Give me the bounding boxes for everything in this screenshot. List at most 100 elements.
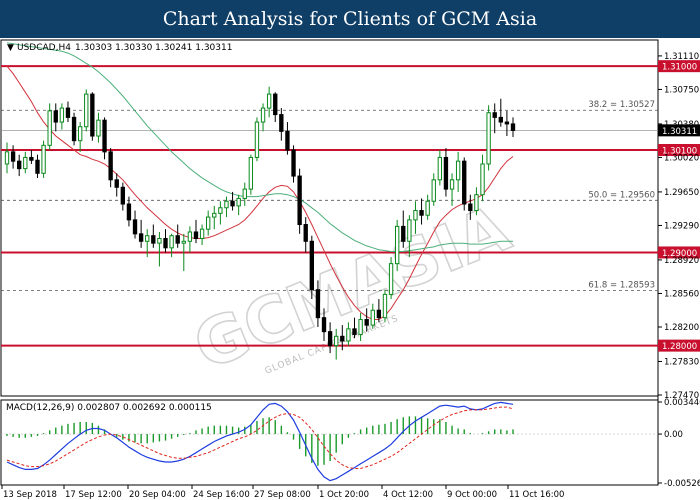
- candle-body: [352, 328, 357, 335]
- candle-body: [455, 160, 461, 181]
- candle-body: [114, 179, 119, 188]
- candle-body: [175, 235, 180, 244]
- macd-axis-ticks: 0.003446 0.00 -0.005260: [658, 398, 700, 489]
- header-banner: Chart Analysis for Clients of GCM Asia: [0, 0, 700, 38]
- candle-body: [187, 231, 193, 242]
- macd-tick-label: 0.00: [664, 430, 683, 440]
- watermark-text: GCMASIA: [184, 192, 520, 385]
- time-tick-label: 24 Sep 16:00: [193, 490, 250, 500]
- candle-body: [266, 93, 272, 109]
- macd-histogram: [6, 416, 514, 466]
- candle-body: [334, 335, 339, 347]
- candle-body: [358, 319, 363, 335]
- candle-body: [193, 231, 199, 239]
- fib-label: 50.0 = 1.29560: [588, 190, 655, 200]
- price-tick-label: 1.28920: [664, 256, 699, 266]
- candle-body: [327, 331, 333, 347]
- candle-body: [504, 121, 510, 125]
- price-tick-label: 1.27830: [664, 357, 699, 367]
- candle-body: [309, 240, 314, 291]
- candle-body: [206, 216, 211, 230]
- candle-body: [29, 156, 34, 161]
- chart-svg: GCMASIA GLOBAL CAPITAL MARKETS 38.2 = 1.…: [0, 39, 700, 500]
- time-tick-label: 20 Sep 04:00: [129, 490, 186, 500]
- candle-body: [279, 114, 284, 132]
- macd-title: MACD(12,26,9) 0.002807 0.002692 0.000115: [6, 403, 212, 413]
- time-tick-label: 9 Oct 00:00: [447, 490, 497, 500]
- time-tick-label: 4 Oct 12:00: [383, 490, 433, 500]
- time-tick-label: 17 Sep 12:00: [65, 490, 122, 500]
- watermark: GCMASIA GLOBAL CAPITAL MARKETS: [183, 191, 521, 386]
- candle-body: [10, 151, 16, 162]
- candle-body: [224, 200, 229, 209]
- candle-body: [388, 263, 394, 295]
- level-tag-label: 1.28000: [662, 342, 697, 352]
- time-tick-label: 1 Oct 20:00: [319, 490, 369, 500]
- level-tag-label: 1.31000: [662, 63, 697, 73]
- candle-body: [382, 293, 388, 319]
- candle-body: [401, 225, 406, 242]
- time-tick-label: 11 Oct 16:00: [509, 490, 564, 500]
- candle-body: [242, 188, 247, 199]
- page-title: Chart Analysis for Clients of GCM Asia: [162, 8, 538, 30]
- candle-body: [425, 200, 430, 216]
- candle-body: [480, 163, 485, 196]
- time-tick-label: 13 Sep 2018: [3, 490, 57, 500]
- candle-body: [236, 197, 241, 207]
- candle-body: [151, 235, 156, 244]
- candle-body: [47, 110, 52, 146]
- candle-body: [346, 328, 351, 342]
- candle-body: [486, 112, 491, 165]
- chart-title: USDCAD,H4: [17, 43, 71, 53]
- candle-body: [41, 144, 46, 174]
- candle-body: [71, 116, 77, 142]
- candle-body: [145, 235, 150, 242]
- candle-body: [23, 156, 28, 170]
- candle-body: [17, 160, 22, 170]
- candle-body: [315, 289, 321, 319]
- candle-body: [120, 186, 126, 205]
- time-tick-label: 27 Sep 08:00: [254, 490, 311, 500]
- candle-body: [364, 319, 369, 326]
- candle-body: [199, 228, 205, 239]
- candle-body: [138, 233, 144, 242]
- chart-title-marker: ▼: [7, 43, 14, 53]
- candle-body: [407, 219, 412, 242]
- macd-signal-line: [6, 406, 514, 469]
- chart-screen: Chart Analysis for Clients of GCM Asia G…: [0, 0, 700, 500]
- price-tick-label: 1.28200: [664, 323, 699, 333]
- candle-body: [273, 93, 278, 116]
- candle-body: [248, 156, 254, 190]
- candle-body: [254, 121, 260, 158]
- candle-body: [376, 309, 382, 319]
- candle-body: [4, 151, 10, 165]
- fib-label: 38.2 = 1.30527: [588, 100, 655, 110]
- candle-body: [169, 235, 174, 249]
- candle-body: [413, 210, 418, 221]
- candle-body: [260, 107, 266, 123]
- candle-body: [449, 179, 455, 190]
- candle-body: [53, 110, 58, 123]
- macd-tick-label: 0.003446: [664, 398, 700, 408]
- candle-body: [35, 159, 40, 174]
- candle-body: [340, 335, 345, 342]
- candle-body: [96, 119, 101, 137]
- candle-body: [291, 149, 296, 177]
- candle-body: [443, 156, 449, 190]
- price-tick-label: 1.30750: [664, 85, 699, 95]
- candle-body: [126, 203, 132, 221]
- candle-body: [65, 107, 71, 118]
- macd-main-line: [6, 401, 514, 482]
- candle-body: [297, 175, 302, 226]
- candle-body: [285, 130, 290, 151]
- candle-body: [419, 210, 424, 216]
- price-tick-label: 1.30020: [664, 153, 699, 163]
- fib-label: 61.8 = 1.28593: [588, 280, 655, 290]
- candle-body: [394, 225, 400, 265]
- candle-body: [218, 207, 223, 214]
- macd-tick-label: -0.005260: [664, 479, 700, 489]
- candle-body: [437, 156, 443, 181]
- candle-body: [510, 123, 516, 131]
- price-tags: 1.310001.301001.290001.280001.30311: [658, 60, 700, 352]
- candle-body: [181, 240, 186, 244]
